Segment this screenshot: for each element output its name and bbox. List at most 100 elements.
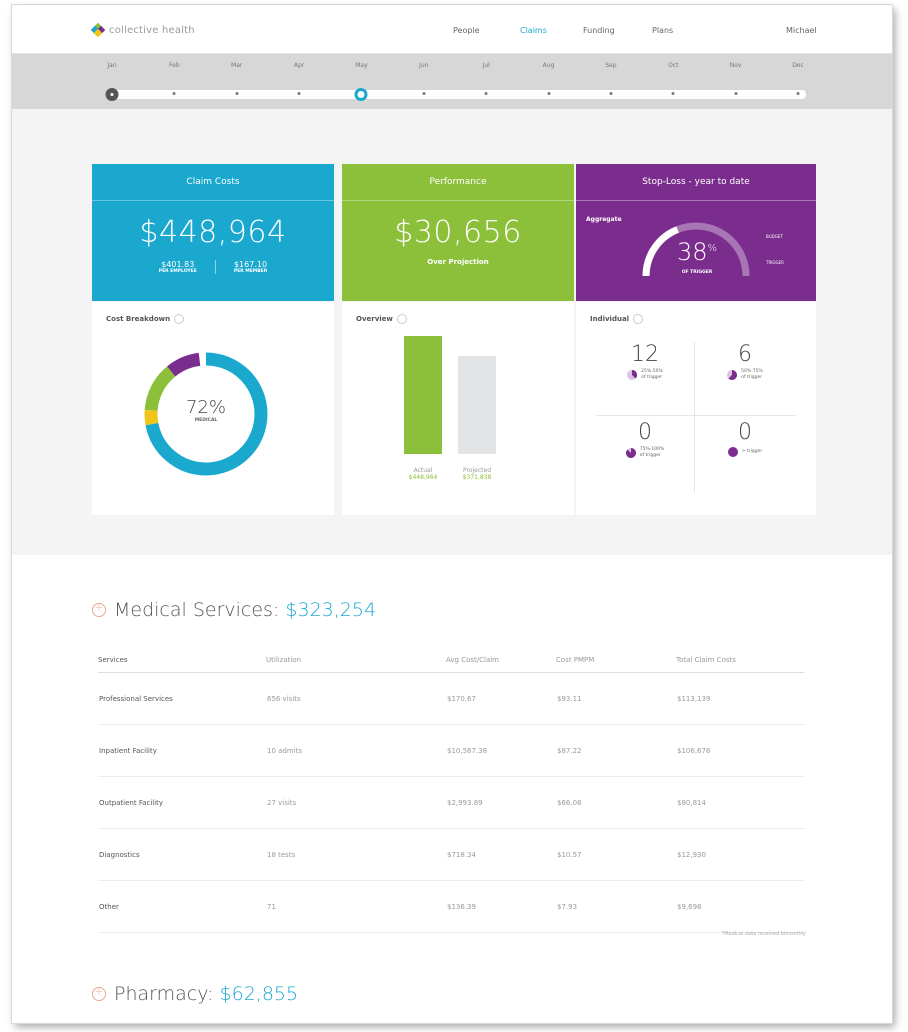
per-employee-label: PER EMPLOYEE [158, 269, 197, 274]
info-icon[interactable] [174, 314, 185, 324]
table-row[interactable]: Diagnostics 18 tests $718.34 $10.57 $12,930 [98, 828, 804, 881]
aggregate-label: Aggregate [586, 216, 622, 223]
stop-loss-title: Stop-Loss - year to date [576, 164, 816, 201]
nav-funding[interactable]: Funding [583, 26, 615, 35]
table-row[interactable]: Professional Services 656 visits $170.67 $9… [98, 672, 804, 725]
table-cell: Inpatient Facility [98, 724, 266, 777]
individual-cell[interactable]: 0 > trigger [696, 420, 794, 492]
table-cell: Outpatient Facility [98, 776, 266, 829]
overview-title: Overview [356, 315, 393, 323]
table-cell: $80,814 [676, 776, 804, 829]
info-icon[interactable] [633, 314, 644, 324]
gauge-legend-budget: BUDGET [766, 234, 783, 239]
column-header[interactable]: Avg Cost/Claim [446, 656, 556, 673]
donut-label: MEDICAL [194, 418, 218, 423]
month-label-oct[interactable]: Oct [668, 62, 678, 69]
table-row[interactable]: Outpatient Facility 27 visits $2,993.89 $66… [98, 776, 804, 829]
info-icon[interactable] [396, 314, 407, 324]
timeline-tick[interactable] [609, 92, 613, 95]
stop-loss-card[interactable]: Stop-Loss - year to date Aggregate 38% O… [576, 164, 816, 301]
table-cell: $10.57 [556, 828, 676, 881]
month-label-jan[interactable]: Jan [107, 62, 116, 69]
table-cell: $136.39 [446, 880, 556, 933]
table-cell: 18 tests [266, 828, 446, 881]
app-window: collective health People Claims Funding … [12, 5, 892, 1023]
month-label-may[interactable]: May [355, 62, 367, 69]
medical-services-heading[interactable]: Medical Services: $323,254 [92, 599, 376, 621]
per-member-label: PER MEMBER [233, 269, 268, 274]
actual-label: Actual [413, 467, 433, 474]
nav-plans[interactable]: Plans [652, 26, 673, 35]
projected-label: Projected [462, 467, 492, 474]
table-cell: $2,993.89 [446, 776, 556, 829]
divider [596, 415, 796, 416]
timeline-current-handle[interactable] [354, 88, 368, 101]
stop-loss-percent: 38 [677, 238, 708, 266]
month-label-dec[interactable]: Dec [792, 62, 804, 69]
month-timeline: Jan Feb Mar Apr May Jun Jul Aug Sep Oct Nov Dec [12, 54, 892, 110]
column-header[interactable]: Cost PMPM [556, 656, 676, 673]
trigger-range-sublabel: of trigger [639, 453, 661, 458]
timeline-tick[interactable] [796, 92, 800, 95]
timeline-tick[interactable] [422, 92, 426, 95]
timeline-tick[interactable] [297, 92, 301, 95]
nav-claims[interactable]: Claims [520, 26, 547, 35]
trigger-pie-icon [625, 448, 636, 458]
overview-panel: Overview Actual $448,964 Projected $371,… [342, 302, 574, 515]
month-label-jul[interactable]: Jul [483, 62, 490, 69]
timeline-tick[interactable] [484, 92, 488, 95]
performance-label: Over Projection [427, 258, 489, 266]
column-header[interactable]: Total Claim Costs [676, 656, 804, 673]
actual-bar [404, 336, 442, 454]
table-cell: $9,698 [676, 880, 804, 933]
expand-icon[interactable] [92, 601, 106, 617]
individual-title: Individual [590, 315, 630, 323]
column-header[interactable]: Services [98, 656, 266, 673]
month-label-mar[interactable]: Mar [231, 62, 242, 69]
table-row[interactable]: Inpatient Facility 10 admits $10,567.38 $87… [98, 724, 804, 777]
month-label-jun[interactable]: Jun [419, 62, 428, 69]
footnote: *Medical data received bimonthly [721, 931, 806, 937]
month-label-feb[interactable]: Feb [169, 62, 180, 69]
trigger-range-label: > trigger [741, 449, 763, 454]
table-cell: $170.67 [446, 672, 556, 725]
month-label-nov[interactable]: Nov [730, 62, 742, 69]
trigger-pie-icon [727, 447, 738, 457]
timeline-tick[interactable] [235, 92, 239, 95]
expand-icon[interactable] [92, 985, 106, 1001]
individual-count: 0 [638, 420, 652, 445]
timeline-tick[interactable] [172, 92, 176, 95]
individual-cell[interactable]: 6 50%-75% of trigger [696, 342, 794, 414]
month-label-sep[interactable]: Sep [605, 62, 616, 69]
logo[interactable]: collective health [90, 22, 195, 38]
per-employee-value: $401.83 [161, 260, 195, 269]
medical-services-title: Medical Services: [114, 599, 280, 621]
table-cell: Other [98, 880, 266, 933]
performance-card[interactable]: Performance $30,656 Over Projection [342, 164, 574, 301]
table-row[interactable]: Other 71 $136.39 $7.93 $9,698 [98, 880, 804, 933]
table-cell: $12,930 [676, 828, 804, 881]
timeline-tick[interactable] [547, 92, 551, 95]
pharmacy-heading[interactable]: Pharmacy: $62,855 [92, 983, 298, 1005]
timeline-start-handle[interactable] [105, 88, 119, 101]
top-nav: collective health People Claims Funding … [12, 5, 892, 54]
individual-cell[interactable]: 12 25%-50% of trigger [596, 342, 694, 414]
pharmacy-amount: $62,855 [219, 983, 299, 1005]
column-header[interactable]: Utilization [266, 656, 446, 673]
individual-cell[interactable]: 0 75%-100% of trigger [596, 420, 694, 492]
projected-bar [458, 356, 496, 454]
medical-services-table: Services Utilization Avg Cost/Claim Cost PM… [98, 656, 804, 933]
table-cell: $93.11 [556, 672, 676, 725]
month-label-apr[interactable]: Apr [294, 62, 304, 69]
user-menu[interactable]: Michael [786, 26, 817, 35]
timeline-tick[interactable] [734, 92, 738, 95]
table-cell: $113,139 [676, 672, 804, 725]
timeline-tick[interactable] [671, 92, 675, 95]
logo-text: collective health [109, 24, 195, 36]
month-label-aug[interactable]: Aug [543, 62, 555, 69]
claim-costs-card[interactable]: Claim Costs $448,964 $401.83 PER EMPLOYE… [92, 164, 334, 301]
timeline-track[interactable] [108, 90, 806, 99]
stop-loss-percent-sign: % [707, 243, 718, 254]
table-cell: $66.08 [556, 776, 676, 829]
nav-people[interactable]: People [453, 26, 480, 35]
